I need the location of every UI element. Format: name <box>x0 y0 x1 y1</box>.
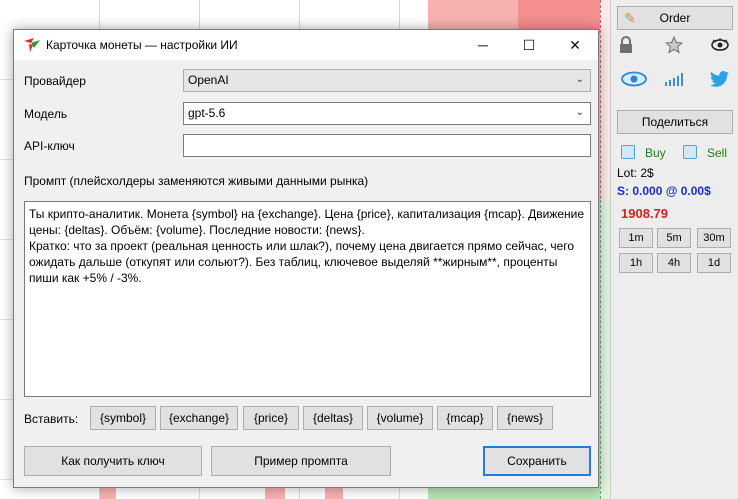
app-logo-icon <box>24 38 40 52</box>
timeframe-1d[interactable]: 1d <box>697 253 731 273</box>
dialog-title: Карточка монеты — настройки ИИ <box>46 38 238 52</box>
buy-icon[interactable] <box>621 145 635 159</box>
prompt-textarea[interactable]: Ты крипто-аналитик. Монета {symbol} на {… <box>24 201 591 397</box>
insert-exchange-button[interactable]: {exchange} <box>160 406 238 430</box>
watch-eye-icon[interactable] <box>619 68 649 90</box>
position-stat: S: 0.000 @ 0.00$ <box>617 184 711 198</box>
model-value: gpt-5.6 <box>188 106 226 120</box>
insert-deltas-button[interactable]: {deltas} <box>303 406 363 430</box>
model-label: Модель <box>24 107 68 121</box>
model-select[interactable]: gpt-5.6 ⌄ <box>183 102 591 125</box>
save-button[interactable]: Сохранить <box>483 446 591 476</box>
chevron-down-icon: ⌄ <box>575 74 584 85</box>
share-button[interactable]: Поделиться <box>617 110 733 134</box>
dialog-titlebar[interactable]: Карточка монеты — настройки ИИ ─ ☐ ✕ <box>14 30 598 60</box>
current-price: 1908.79 <box>621 206 668 221</box>
provider-label: Провайдер <box>24 74 86 88</box>
insert-symbol-button[interactable]: {symbol} <box>90 406 156 430</box>
maximize-button[interactable]: ☐ <box>506 30 552 60</box>
share-button-label: Поделиться <box>641 115 709 129</box>
twitter-icon[interactable] <box>709 68 731 90</box>
insert-volume-button[interactable]: {volume} <box>367 406 433 430</box>
timeframe-1m[interactable]: 1m <box>619 228 653 248</box>
lock-icon[interactable] <box>615 34 637 56</box>
pencil-icon: ✎ <box>624 10 636 26</box>
close-button[interactable]: ✕ <box>552 30 598 60</box>
order-button[interactable]: ✎ Order <box>617 6 733 30</box>
timeframe-5m[interactable]: 5m <box>657 228 691 248</box>
how-to-get-key-button[interactable]: Как получить ключ <box>24 446 202 476</box>
buy-label[interactable]: Buy <box>645 146 666 160</box>
sell-icon[interactable] <box>683 145 697 159</box>
prompt-example-button[interactable]: Пример промпта <box>211 446 391 476</box>
ai-settings-dialog: Карточка монеты — настройки ИИ ─ ☐ ✕ Про… <box>13 29 599 488</box>
minimize-button[interactable]: ─ <box>460 30 506 60</box>
insert-news-button[interactable]: {news} <box>497 406 553 430</box>
timeframe-30m[interactable]: 30m <box>697 228 731 248</box>
order-button-label: Order <box>659 11 691 25</box>
insert-label: Вставить: <box>24 412 79 426</box>
trade-sidebar: ✎ Order Поделиться Buy Sell Lot: 2$ S: 0… <box>610 0 738 499</box>
sell-label[interactable]: Sell <box>707 146 727 160</box>
timeframe-1h[interactable]: 1h <box>619 253 653 273</box>
lot-size: Lot: 2$ <box>617 166 654 180</box>
api-key-input[interactable] <box>183 134 591 157</box>
timeframe-4h[interactable]: 4h <box>657 253 691 273</box>
chevron-down-icon: ⌄ <box>575 107 584 118</box>
insert-mcap-button[interactable]: {mcap} <box>437 406 493 430</box>
star-icon[interactable] <box>663 34 685 56</box>
insert-price-button[interactable]: {price} <box>243 406 299 430</box>
volume-bars-icon[interactable] <box>663 68 685 90</box>
provider-value: OpenAI <box>188 73 229 87</box>
eye-outline-icon[interactable] <box>709 34 731 56</box>
provider-select[interactable]: OpenAI ⌄ <box>183 69 591 92</box>
api-key-label: API-ключ <box>24 139 75 153</box>
price-axis-green <box>600 200 610 499</box>
prompt-label: Промпт (плейсхолдеры заменяются живыми д… <box>24 174 369 188</box>
